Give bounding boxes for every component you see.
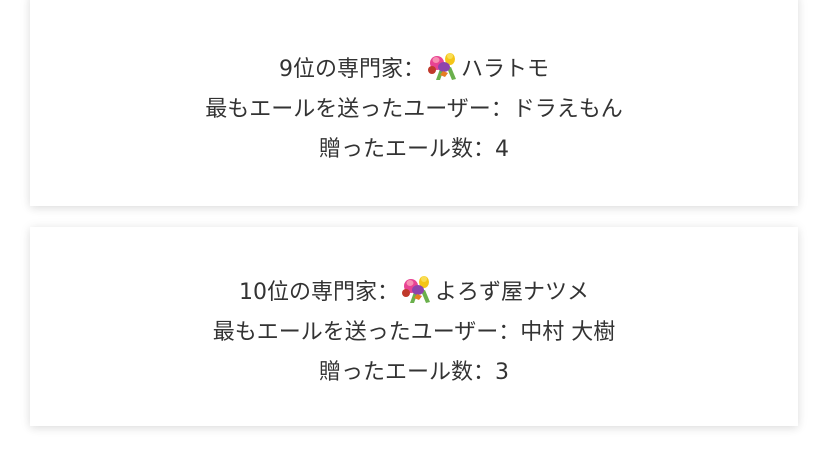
top-supporter-name: 中村 大樹 [520,320,616,345]
top-supporter-label: 最もエールを送ったユーザー： [205,97,513,122]
top-supporter-name: ドラえもん [512,97,623,122]
bouquet-icon [401,276,430,303]
expert-rank-card: 10位の専門家： よろず屋ナツメ 最もエールを送ったユーザー：中村 大樹 贈った… [30,227,798,426]
top-supporter-label: 最もエールを送ったユーザー： [212,320,521,345]
rank-label: 10位の専門家： [238,280,399,305]
sent-count-label: 贈ったエール数： [318,360,495,385]
sent-count-label: 贈ったエール数： [318,137,495,162]
top-supporter-line: 最もエールを送ったユーザー：ドラえもん [30,90,798,130]
expert-rank-line: 10位の専門家： よろず屋ナツメ [30,273,798,313]
expert-rank-line: 9位の専門家： ハラトモ [30,50,798,90]
expert-name: よろず屋ナツメ [434,280,589,305]
sent-count-line: 贈ったエール数：4 [30,130,798,170]
sent-count-line: 贈ったエール数：3 [30,353,798,393]
expert-rank-card: 9位の専門家： ハラトモ 最もエールを送ったユーザー：ドラえもん 贈ったエール数… [30,0,798,206]
bouquet-icon [427,53,456,80]
sent-count-value: 3 [495,360,509,385]
top-supporter-line: 最もエールを送ったユーザー：中村 大樹 [30,313,798,353]
expert-name: ハラトモ [460,57,549,82]
sent-count-value: 4 [495,137,509,162]
expert-ranking-list: 9位の専門家： ハラトモ 最もエールを送ったユーザー：ドラえもん 贈ったエール数… [0,0,832,462]
rank-label: 9位の専門家： [278,57,425,82]
